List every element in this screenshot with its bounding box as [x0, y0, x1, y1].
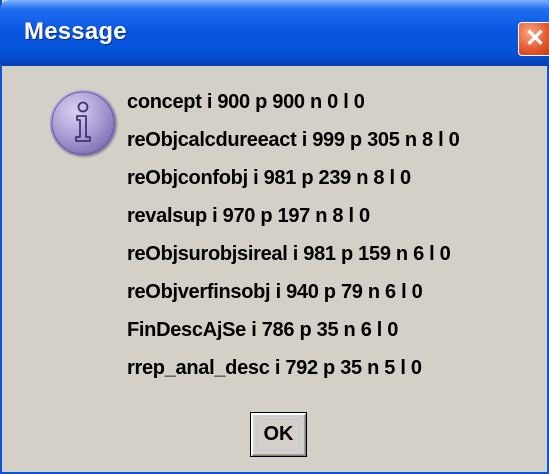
message-line: reObjverfinsobj i 940 p 79 n 6 l 0	[127, 281, 423, 303]
close-button[interactable]: ✕	[518, 22, 549, 56]
info-icon	[50, 90, 116, 156]
close-icon: ✕	[524, 25, 546, 52]
dialog-content: concept i 900 p 900 n 0 l 0 reObjcalcdur…	[2, 66, 547, 472]
window-title: Message	[24, 18, 127, 45]
message-line: reObjconfobj i 981 p 239 n 8 l 0	[127, 167, 411, 189]
title-bar[interactable]: Message ✕	[0, 0, 549, 66]
message-line: reObjcalcdureeact i 999 p 305 n 8 l 0	[127, 129, 460, 151]
message-line: concept i 900 p 900 n 0 l 0	[127, 91, 365, 113]
message-line: FinDescAjSe i 786 p 35 n 6 l 0	[127, 319, 399, 341]
message-line: rrep_anal_desc i 792 p 35 n 5 l 0	[127, 357, 422, 379]
message-line: revalsup i 970 p 197 n 8 l 0	[127, 205, 370, 227]
ok-button-label: OK	[263, 423, 294, 445]
message-line: reObjsurobjsireal i 981 p 159 n 6 l 0	[127, 243, 451, 265]
ok-button[interactable]: OK	[250, 412, 307, 457]
message-dialog: Message ✕ concept i 900 p 900 n 0 l 0 re…	[0, 0, 549, 474]
